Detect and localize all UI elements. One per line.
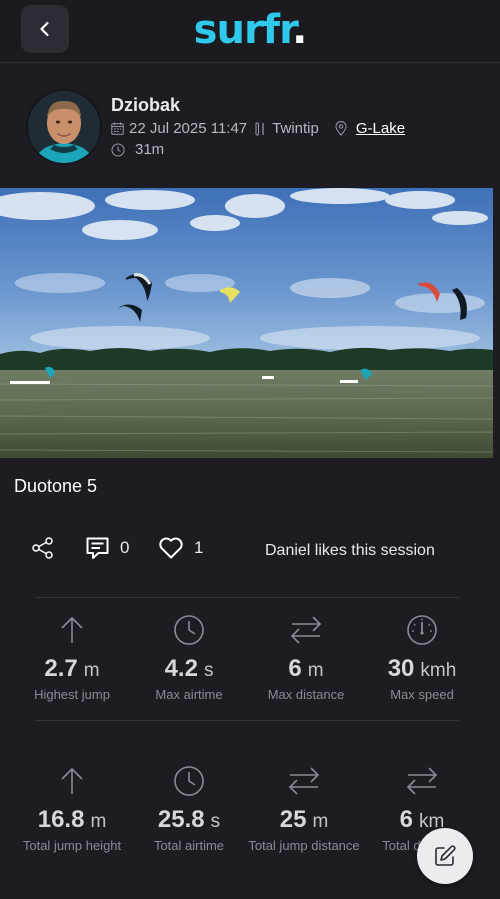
top-bar: surfr. xyxy=(0,0,500,63)
clock-icon xyxy=(174,766,204,796)
likes-summary[interactable]: Daniel likes this session xyxy=(265,542,435,560)
session-header: Dziobak 22 Jul 2025 11:47 Twintip G-Lake… xyxy=(0,62,500,188)
session-meta: 22 Jul 2025 11:47 Twintip G-Lake xyxy=(111,120,405,137)
arrow-up-icon xyxy=(61,616,83,643)
speedometer-icon xyxy=(407,615,437,645)
edit-session-button[interactable] xyxy=(417,828,473,884)
divider xyxy=(35,720,459,721)
avatar[interactable] xyxy=(26,89,102,165)
session-caption: Duotone 5 xyxy=(14,476,98,496)
comment-icon xyxy=(86,537,109,559)
like-button[interactable]: 1 xyxy=(158,530,203,566)
comments-count: 0 xyxy=(120,538,130,557)
session-datetime: 22 Jul 2025 11:47 xyxy=(129,120,248,137)
arrows-swap-icon xyxy=(288,767,320,795)
share-icon xyxy=(32,537,53,559)
clock-icon xyxy=(174,615,204,645)
arrow-up-icon xyxy=(61,767,83,794)
board-icon xyxy=(255,122,267,136)
app-logo[interactable]: surfr. xyxy=(0,5,500,55)
clock-icon xyxy=(111,143,125,157)
board-type: Twintip xyxy=(272,120,319,137)
arrows-swap-icon xyxy=(290,616,322,644)
social-actions: 0 1 Daniel likes this session xyxy=(0,530,500,570)
stat-highest-jump: 2.7 m Highest jump xyxy=(14,613,130,702)
stat-total-jump-height: 16.8 m Total jump height xyxy=(14,764,130,853)
location-pin-icon xyxy=(335,121,347,136)
username[interactable]: Dziobak xyxy=(111,95,180,116)
likes-count: 1 xyxy=(194,538,204,557)
session-photo[interactable] xyxy=(0,188,493,458)
stat-max-distance: 6m Max distance xyxy=(248,613,364,702)
calendar-icon xyxy=(111,122,124,135)
stat-max-speed: 30 kmh Max speed xyxy=(364,613,480,702)
session-duration: 31m xyxy=(135,141,165,158)
session-duration-row: 31m xyxy=(111,141,164,158)
stat-total-airtime: 25.8 s Total airtime xyxy=(131,764,247,853)
divider xyxy=(35,597,459,598)
stat-max-airtime: 4.2 s Max airtime xyxy=(131,613,247,702)
heart-icon xyxy=(159,537,183,559)
share-button[interactable] xyxy=(30,530,56,566)
edit-icon xyxy=(435,845,456,866)
location-link[interactable]: G-Lake xyxy=(356,120,405,137)
comments-button[interactable]: 0 xyxy=(85,530,129,566)
arrows-swap-icon xyxy=(406,767,438,795)
stat-total-jump-distance: 25 m Total jump distance xyxy=(246,764,362,853)
